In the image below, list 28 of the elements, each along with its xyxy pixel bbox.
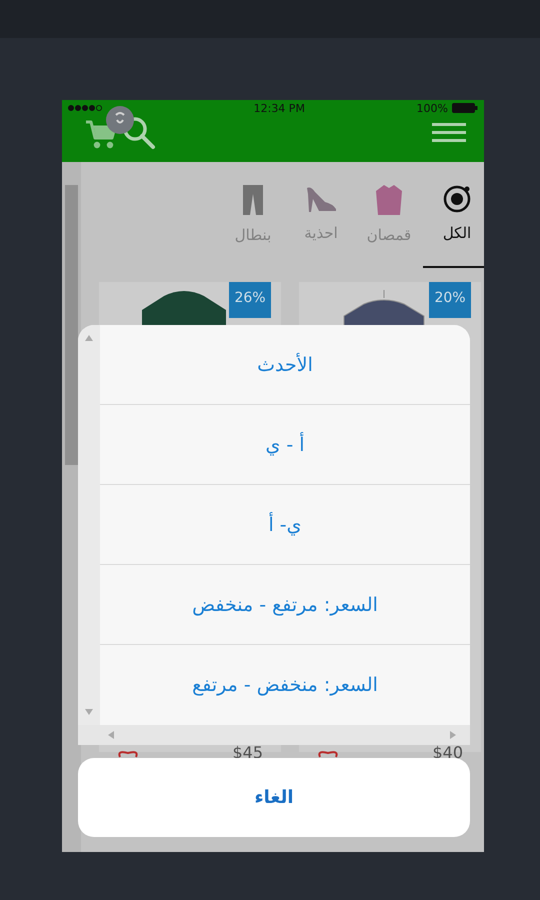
- sort-option[interactable]: السعر: مرتفع - منخفض: [100, 565, 470, 645]
- category-tab[interactable]: الكل: [423, 184, 484, 268]
- scroll-right-icon[interactable]: [450, 731, 456, 739]
- scroll-down-icon[interactable]: [85, 709, 93, 715]
- sort-option[interactable]: أ - ي: [100, 405, 470, 485]
- cart-icon[interactable]: [84, 118, 118, 150]
- status-time: 12:34 PM: [252, 102, 306, 114]
- scroll-left-icon[interactable]: [108, 731, 114, 739]
- all-categories-icon: [442, 184, 472, 214]
- battery-icon: [452, 103, 478, 113]
- menu-icon[interactable]: [432, 123, 466, 143]
- sort-option[interactable]: السعر: منخفض - مرتفع: [100, 645, 470, 725]
- category-tab[interactable]: بنطال: [219, 184, 287, 268]
- category-tab[interactable]: احذية: [287, 184, 355, 268]
- sort-option[interactable]: ي- أ: [100, 485, 470, 565]
- shirt-icon: [374, 184, 404, 216]
- notification-badge-icon: [106, 106, 134, 134]
- cancel-button[interactable]: الغاء: [78, 758, 470, 837]
- search-icon[interactable]: [122, 116, 156, 150]
- category-tab[interactable]: قمصان: [355, 184, 423, 268]
- signal-icon: [68, 105, 102, 111]
- scrollbar-thumb[interactable]: [65, 185, 78, 465]
- battery-percent: 100%: [416, 102, 448, 114]
- sort-option[interactable]: الأحدث: [100, 325, 470, 405]
- pants-icon: [242, 184, 264, 216]
- discount-badge: 20%: [429, 282, 471, 318]
- discount-badge: 26%: [229, 282, 271, 318]
- scroll-up-icon[interactable]: [85, 335, 93, 341]
